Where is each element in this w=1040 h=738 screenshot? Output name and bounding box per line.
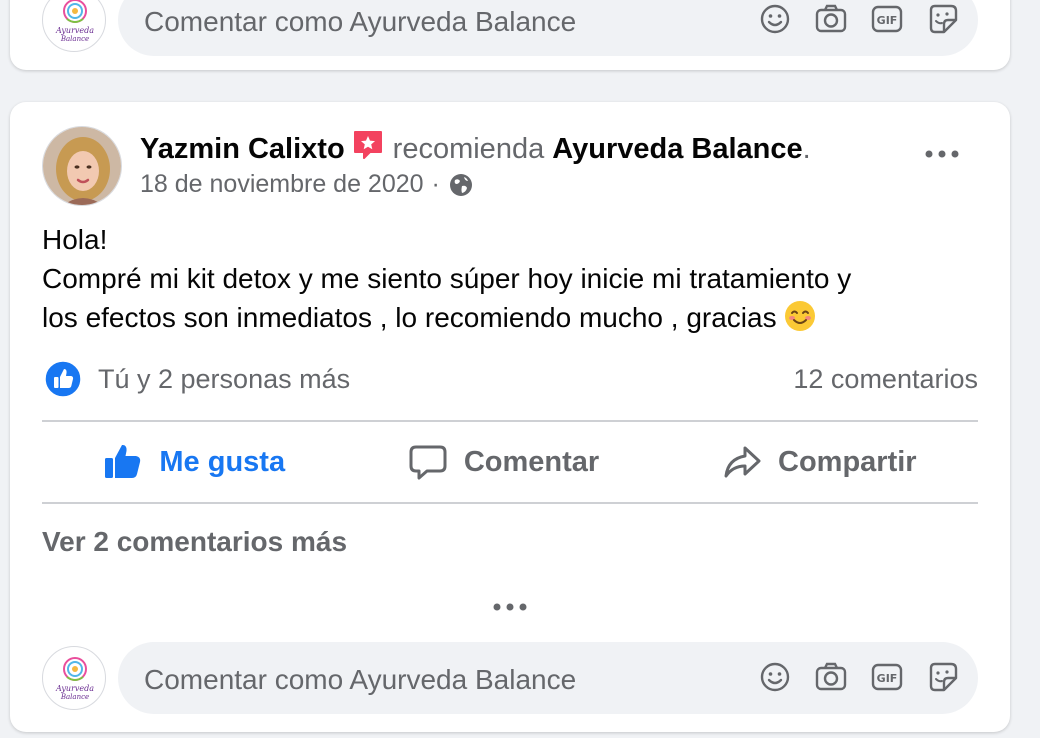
post-line-with-emoji: los efectos son inmediatos , lo recomien…	[42, 298, 972, 337]
post-options-icon[interactable]	[924, 144, 960, 164]
svg-text:Ayurveda: Ayurveda	[55, 26, 94, 35]
thumbs-up-icon	[105, 444, 141, 478]
author-name[interactable]: Yazmin Calixto	[140, 133, 345, 165]
gif-icon[interactable]: GIF	[870, 660, 904, 694]
comment-label: Comentar	[463, 445, 600, 478]
share-arrow-icon	[724, 446, 761, 478]
comments-count[interactable]: 12 comentarios	[793, 364, 978, 395]
globe-icon	[449, 173, 472, 196]
smiling-face-emoji	[784, 301, 815, 331]
comment-tools: GIF	[758, 2, 960, 36]
recommends-verb: recomienda	[392, 133, 545, 165]
reactions-text: Tú y 2 personas más	[98, 363, 351, 394]
header-period: .	[802, 133, 811, 165]
svg-text:Ayurveda: Ayurveda	[55, 684, 94, 693]
post-text: Hola! Compré mi kit detox y me siento sú…	[42, 220, 972, 337]
reactions-summary[interactable]: Tú y 2 personas más	[44, 360, 350, 398]
post-date[interactable]: 18 de noviembre de 2020	[140, 170, 424, 199]
post-action-bar: Me gusta Comentar Compartir	[42, 422, 978, 502]
view-more-comments-link[interactable]: Ver 2 comentarios más	[42, 526, 347, 558]
post-line: Hola!	[42, 224, 108, 255]
comment-input[interactable]: Comentar como Ayurveda Balance GIF	[118, 642, 978, 714]
svg-text:GIF: GIF	[877, 14, 898, 27]
recommendation-post-card: Yazmin Calixto recomienda Ayurveda Balan…	[10, 102, 1010, 732]
comment-button[interactable]: Comentar	[408, 442, 599, 482]
page-avatar[interactable]: Ayurveda Balance	[42, 646, 106, 710]
comment-composer: Ayurveda Balance Comentar como Ayurveda …	[42, 642, 978, 714]
share-button[interactable]: Compartir	[722, 442, 917, 482]
comment-input[interactable]: Comentar como Ayurveda Balance GIF	[118, 0, 978, 56]
page-avatar[interactable]: Ayurveda Balance	[42, 0, 106, 52]
author-photo	[43, 127, 121, 205]
more-comments-ellipsis-icon[interactable]	[492, 600, 528, 614]
post-meta: 18 de noviembre de 2020 ·	[140, 170, 474, 199]
meta-separator: ·	[431, 170, 440, 198]
svg-text:Balance: Balance	[60, 35, 89, 43]
post-line: Compré mi kit detox y me siento súper ho…	[42, 263, 852, 294]
share-label: Compartir	[778, 445, 917, 478]
comment-placeholder: Comentar como Ayurveda Balance	[144, 6, 577, 37]
like-reaction-icon	[44, 360, 82, 398]
svg-text:GIF: GIF	[877, 672, 898, 685]
ayurveda-logo-icon: Ayurveda Balance	[55, 0, 94, 43]
like-label: Me gusta	[159, 445, 286, 478]
camera-icon[interactable]	[814, 660, 848, 694]
post-header: Yazmin Calixto recomienda Ayurveda Balan…	[140, 128, 811, 166]
like-button[interactable]: Me gusta	[103, 442, 285, 482]
comment-tools: GIF	[758, 660, 960, 694]
recommendation-star-icon	[353, 131, 382, 159]
speech-bubble-icon	[409, 445, 447, 480]
sticker-icon[interactable]	[926, 2, 960, 36]
gif-icon[interactable]: GIF	[870, 2, 904, 36]
sticker-icon[interactable]	[926, 660, 960, 694]
previous-post-card: Ayurveda Balance Comentar como Ayurveda …	[10, 0, 1010, 70]
comment-composer: Ayurveda Balance Comentar como Ayurveda …	[42, 0, 978, 56]
divider-bottom	[42, 502, 978, 504]
comment-placeholder: Comentar como Ayurveda Balance	[144, 664, 577, 695]
author-avatar[interactable]	[42, 126, 122, 206]
svg-text:Balance: Balance	[60, 693, 89, 701]
smiley-icon[interactable]	[758, 2, 792, 36]
ayurveda-logo-icon: Ayurveda Balance	[55, 657, 94, 701]
camera-icon[interactable]	[814, 2, 848, 36]
post-line: los efectos son inmediatos , lo recomien…	[42, 302, 777, 333]
smiley-icon[interactable]	[758, 660, 792, 694]
recommended-page-name[interactable]: Ayurveda Balance	[552, 133, 802, 165]
